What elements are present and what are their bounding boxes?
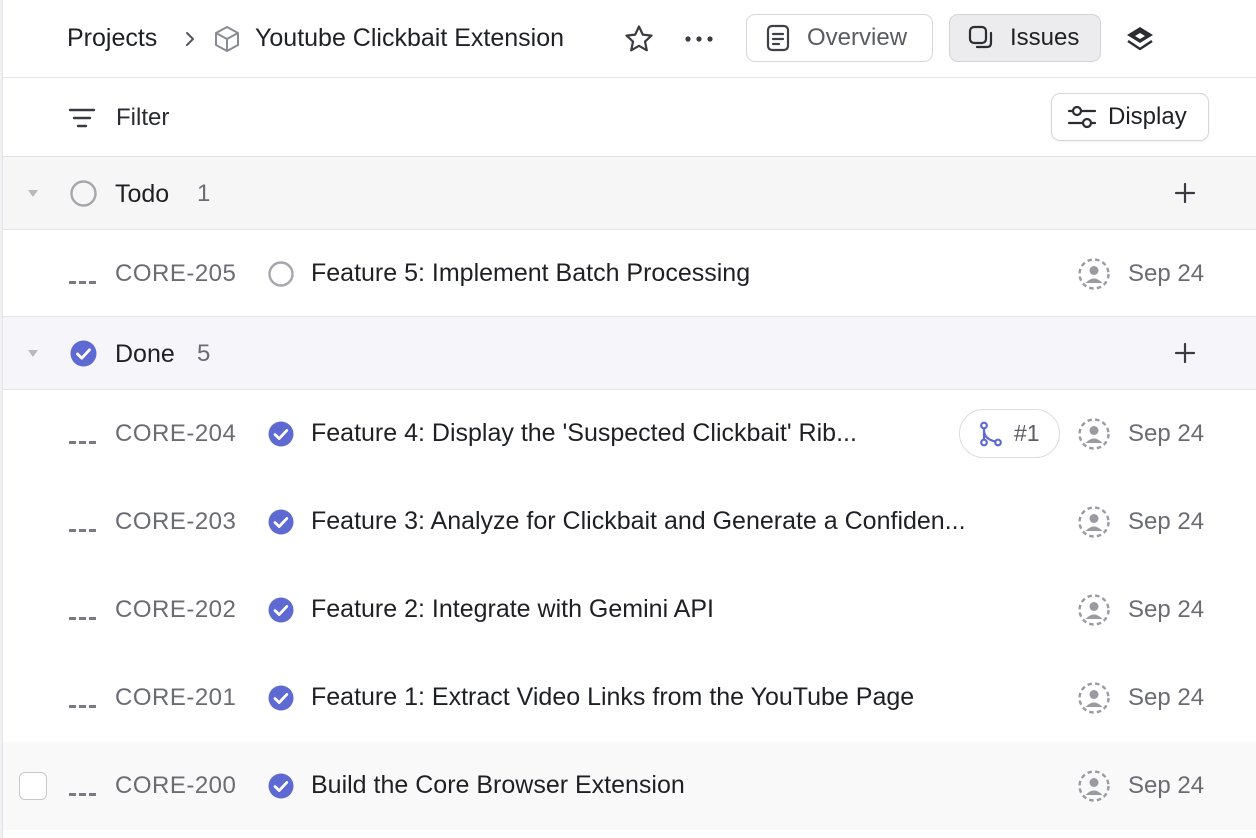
caret-down-icon[interactable]	[25, 345, 41, 361]
issues-icon	[966, 23, 996, 53]
todo-status-icon[interactable]	[267, 260, 295, 288]
done-status-icon	[69, 339, 98, 368]
issue-row[interactable]: CORE-202 Feature 2: Integrate with Gemin…	[3, 566, 1256, 654]
layers-icon[interactable]	[1121, 20, 1159, 58]
sliders-icon	[1066, 103, 1098, 131]
issue-id: CORE-205	[115, 260, 237, 287]
unassigned-avatar-icon[interactable]	[1077, 769, 1111, 803]
issue-id: CORE-204	[115, 420, 237, 447]
no-priority-icon[interactable]	[69, 696, 97, 708]
filter-button[interactable]: Filter	[116, 104, 169, 132]
tab-overview-label: Overview	[807, 24, 908, 51]
issue-row[interactable]: CORE-200 Build the Core Browser Extensio…	[3, 742, 1256, 830]
group-header-done[interactable]: Done 5	[3, 317, 1256, 390]
issue-title[interactable]: Feature 4: Display the 'Suspected Clickb…	[311, 419, 857, 448]
group-name: Done	[115, 340, 175, 368]
group-header-todo[interactable]: Todo 1	[3, 157, 1256, 230]
done-status-icon[interactable]	[267, 420, 295, 448]
no-priority-icon[interactable]	[69, 432, 97, 444]
more-icon[interactable]	[681, 21, 717, 57]
add-issue-icon[interactable]	[1171, 179, 1199, 207]
issue-id: CORE-202	[115, 596, 237, 623]
done-status-icon[interactable]	[267, 684, 295, 712]
pull-request-badge[interactable]: #1	[959, 409, 1060, 458]
issue-title[interactable]: Feature 1: Extract Video Links from the …	[311, 683, 914, 712]
issue-date: Sep 24	[1128, 596, 1205, 623]
no-priority-icon[interactable]	[69, 784, 97, 796]
filter-icon[interactable]	[67, 104, 97, 132]
unassigned-avatar-icon[interactable]	[1077, 681, 1111, 715]
issue-title[interactable]: Feature 3: Analyze for Clickbait and Gen…	[311, 507, 966, 536]
issue-date: Sep 24	[1128, 260, 1205, 287]
project-title[interactable]: Youtube Clickbait Extension	[255, 24, 564, 53]
issue-date: Sep 24	[1128, 420, 1205, 447]
issue-row[interactable]: CORE-203 Feature 3: Analyze for Clickbai…	[3, 478, 1256, 566]
issue-id: CORE-200	[115, 772, 237, 799]
issue-title[interactable]: Feature 2: Integrate with Gemini API	[311, 595, 714, 624]
issue-date: Sep 24	[1128, 508, 1205, 535]
todo-status-icon	[69, 179, 98, 208]
issue-date: Sep 24	[1128, 684, 1205, 711]
unassigned-avatar-icon[interactable]	[1077, 257, 1111, 291]
done-status-icon[interactable]	[267, 508, 295, 536]
filter-bar: Filter Display	[3, 78, 1256, 157]
chevron-right-icon	[182, 23, 198, 55]
display-label: Display	[1108, 103, 1187, 130]
unassigned-avatar-icon[interactable]	[1077, 593, 1111, 627]
tab-overview[interactable]: Overview	[746, 14, 933, 62]
breadcrumb-projects[interactable]: Projects	[67, 24, 157, 53]
no-priority-icon[interactable]	[69, 608, 97, 620]
display-button[interactable]: Display	[1051, 93, 1209, 141]
document-icon	[763, 23, 793, 53]
project-header: Projects Youtube Clickbait Extension Ove…	[3, 0, 1256, 78]
row-checkbox[interactable]	[19, 772, 47, 800]
group-count: 5	[197, 340, 211, 367]
pull-request-number: #1	[1014, 420, 1040, 446]
star-icon[interactable]	[621, 21, 657, 57]
tab-issues-label: Issues	[1010, 24, 1080, 51]
git-branch-icon	[978, 421, 1004, 447]
group-count: 1	[197, 180, 211, 207]
tab-issues[interactable]: Issues	[949, 14, 1101, 62]
cube-icon	[211, 23, 243, 55]
no-priority-icon[interactable]	[69, 272, 97, 284]
unassigned-avatar-icon[interactable]	[1077, 417, 1111, 451]
issue-date: Sep 24	[1128, 772, 1205, 799]
issue-title[interactable]: Build the Core Browser Extension	[311, 771, 685, 800]
issue-row[interactable]: CORE-201 Feature 1: Extract Video Links …	[3, 654, 1256, 742]
issue-title[interactable]: Feature 5: Implement Batch Processing	[311, 259, 750, 288]
group-name: Todo	[115, 180, 170, 208]
done-status-icon[interactable]	[267, 772, 295, 800]
done-status-icon[interactable]	[267, 596, 295, 624]
add-issue-icon[interactable]	[1171, 339, 1199, 367]
issue-id: CORE-203	[115, 508, 237, 535]
issue-row[interactable]: CORE-204 Feature 4: Display the 'Suspect…	[3, 390, 1256, 478]
unassigned-avatar-icon[interactable]	[1077, 505, 1111, 539]
issue-id: CORE-201	[115, 684, 237, 711]
issue-row[interactable]: CORE-205 Feature 5: Implement Batch Proc…	[3, 230, 1256, 317]
caret-down-icon[interactable]	[25, 185, 41, 201]
no-priority-icon[interactable]	[69, 520, 97, 532]
